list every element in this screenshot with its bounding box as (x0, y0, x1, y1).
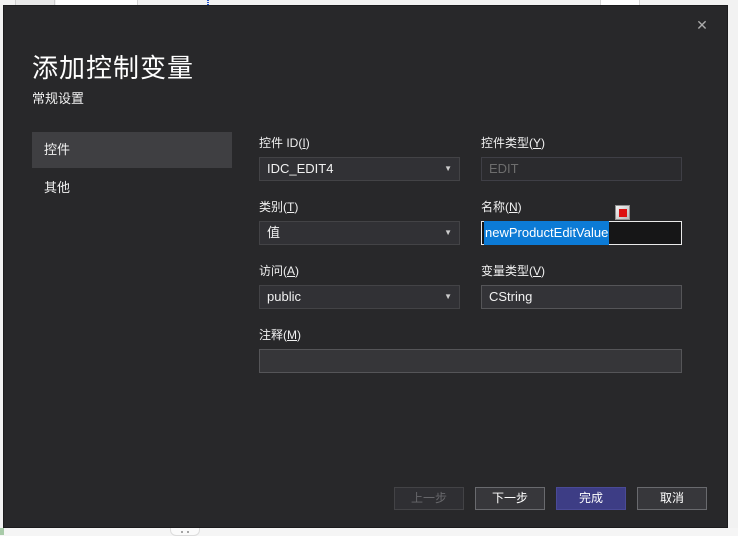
dialog-form: 控件 ID(I) IDC_EDIT4 ▼ 控件类型(Y) EDIT 类别(T) … (259, 136, 682, 373)
finish-button[interactable]: 完成 (556, 487, 626, 510)
background-app-bottom-strip (0, 528, 738, 536)
dialog-subtitle: 常规设置 (32, 91, 85, 106)
splitter-handle (170, 528, 200, 536)
comment-label: 注释(M) (259, 328, 301, 342)
dialog-title: 添加控制变量 (32, 53, 195, 83)
control-id-dropdown[interactable]: IDC_EDIT4 ▼ (259, 157, 460, 181)
red-marker-icon (615, 205, 630, 220)
field-category: 类别(T) 值 ▼ (259, 200, 460, 245)
sidebar-item-controls[interactable]: 控件 (32, 132, 232, 168)
control-type-value: EDIT (489, 161, 519, 176)
field-control-type: 控件类型(Y) EDIT (481, 136, 682, 181)
category-dropdown[interactable]: 值 ▼ (259, 221, 460, 245)
comment-input[interactable] (259, 349, 682, 373)
field-control-id: 控件 ID(I) IDC_EDIT4 ▼ (259, 136, 460, 181)
control-id-value: IDC_EDIT4 (267, 161, 334, 176)
control-type-input: EDIT (481, 157, 682, 181)
field-comment: 注释(M) (259, 328, 682, 373)
access-label: 访问(A) (259, 264, 300, 278)
control-type-label: 控件类型(Y) (481, 136, 546, 150)
category-value: 值 (267, 225, 281, 240)
chevron-down-icon: ▼ (444, 292, 452, 301)
name-value-selected-text: newProductEditValue (484, 221, 610, 245)
variable-type-value: CString (489, 289, 533, 304)
category-label: 类别(T) (259, 200, 299, 214)
cancel-button[interactable]: 取消 (637, 487, 707, 510)
access-dropdown[interactable]: public ▼ (259, 285, 460, 309)
background-status-sliver (0, 528, 4, 535)
variable-type-label: 变量类型(V) (481, 264, 546, 278)
add-control-variable-dialog: ✕ 添加控制变量 常规设置 控件 其他 控件 ID(I) IDC_EDIT4 ▼… (3, 5, 728, 528)
chevron-down-icon: ▼ (444, 228, 452, 237)
control-id-label: 控件 ID(I) (259, 136, 310, 150)
dialog-button-row: 上一步 下一步 完成 取消 (394, 487, 707, 510)
access-value: public (267, 289, 301, 304)
back-button: 上一步 (394, 487, 464, 510)
chevron-down-icon: ▼ (444, 164, 452, 173)
name-input[interactable]: newProductEditValue (481, 221, 682, 245)
field-variable-type: 变量类型(V) CString (481, 264, 682, 309)
sidebar-item-other[interactable]: 其他 (32, 170, 232, 206)
dialog-sidebar: 控件 其他 (32, 132, 232, 208)
field-name: 名称(N) newProductEditValue (481, 200, 682, 245)
field-access: 访问(A) public ▼ (259, 264, 460, 309)
next-button[interactable]: 下一步 (475, 487, 545, 510)
name-label: 名称(N) (481, 200, 522, 214)
close-icon[interactable]: ✕ (693, 16, 711, 34)
variable-type-input[interactable]: CString (481, 285, 682, 309)
